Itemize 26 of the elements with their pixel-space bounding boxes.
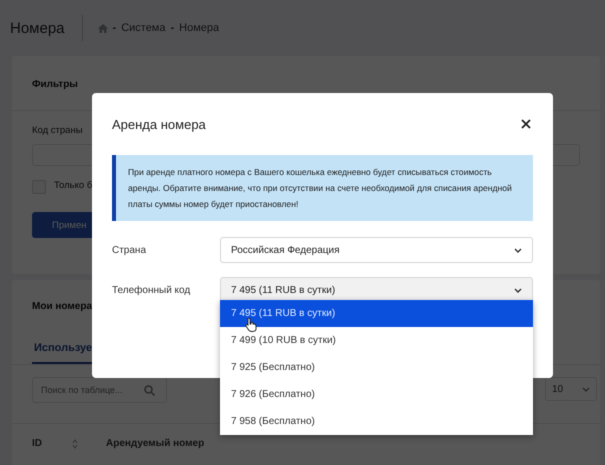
modal-title: Аренда номера bbox=[112, 116, 206, 132]
pointer-hand-icon bbox=[245, 318, 257, 332]
dropdown-option[interactable]: 7 926 (Бесплатно) bbox=[220, 381, 533, 408]
close-icon bbox=[521, 119, 531, 129]
sort-icon[interactable] bbox=[72, 438, 78, 448]
info-notice: При аренде платного номера с Вашего кошелька ежедневно будет списываться стоимость аренды. Обратите внимание, что при отсутствии на счете необходимой для списания арендной платы суммы номер будет приостановлен! bbox=[112, 155, 533, 221]
search-icon bbox=[144, 385, 155, 396]
field-label: Код страны bbox=[32, 125, 83, 136]
select-field[interactable]: Российская Федерация bbox=[220, 237, 533, 263]
dropdown-option[interactable]: 7 495 (11 RUB в сутки) bbox=[220, 300, 533, 327]
chevron-down-icon bbox=[582, 386, 590, 392]
close-button[interactable] bbox=[519, 117, 533, 131]
breadcrumb-separator: - bbox=[112, 22, 116, 34]
dropdown-option[interactable]: 7 925 (Бесплатно) bbox=[220, 354, 533, 381]
card-title: Фильтры bbox=[32, 79, 78, 90]
home-icon[interactable] bbox=[98, 24, 108, 32]
dropdown-option[interactable]: 7 958 (Бесплатно) bbox=[220, 408, 533, 435]
page-title: Номера bbox=[10, 20, 65, 36]
field-label: Телефонный код bbox=[112, 284, 192, 296]
dropdown-option[interactable]: 7 499 (10 RUB в сутки) bbox=[220, 327, 533, 354]
field-label: Страна bbox=[112, 244, 148, 256]
card-title: Мои номера bbox=[32, 301, 92, 312]
breadcrumb-separator: - bbox=[170, 22, 174, 34]
checkbox-label: Только б bbox=[54, 180, 92, 191]
chevron-down-icon bbox=[514, 288, 522, 292]
chevron-down-icon bbox=[514, 248, 522, 252]
